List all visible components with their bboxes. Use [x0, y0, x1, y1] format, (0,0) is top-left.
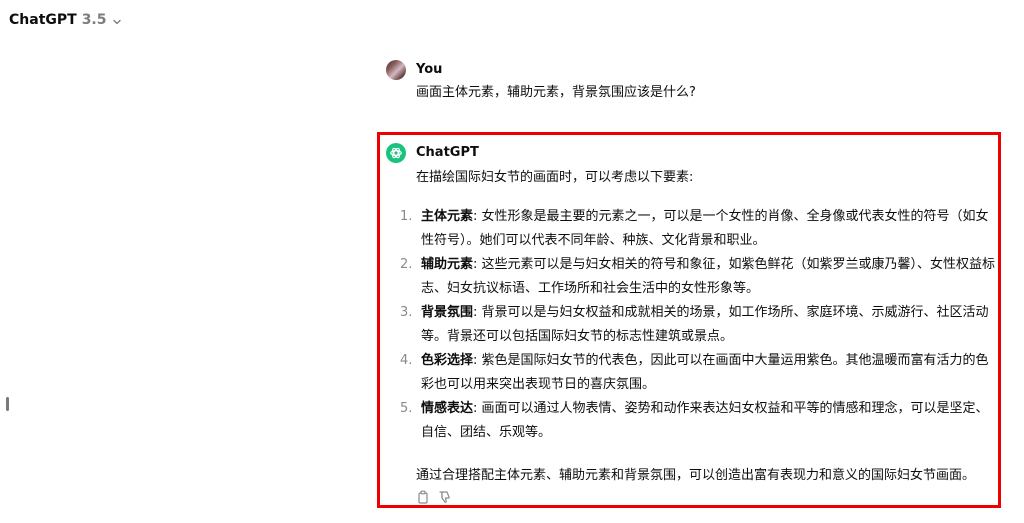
- list-item: 2. 辅助元素: 这些元素可以是与妇女相关的符号和象征，如紫色鲜花（如紫罗兰或康…: [400, 253, 998, 301]
- list-body: 情感表达: 画面可以通过人物表情、姿势和动作来表达妇女权益和平等的情感和理念，可…: [421, 397, 998, 445]
- sidebar-toggle-handle[interactable]: [6, 397, 9, 411]
- user-avatar: [386, 60, 406, 80]
- assistant-name: ChatGPT: [416, 145, 479, 160]
- list-body: 主体元素: 女性形象是最主要的元素之一，可以是一个女性的肖像、全身像或代表女性的…: [421, 205, 998, 253]
- user-name: You: [416, 62, 443, 77]
- list-text: : 紫色是国际妇女节的代表色，因此可以在画面中大量运用紫色。其他温暖而富有活力的…: [421, 353, 989, 392]
- list-text: : 背景可以是与妇女权益和成就相关的场景，如工作场所、家庭环境、示威游行、社区活…: [421, 305, 989, 344]
- list-text: : 女性形象是最主要的元素之一，可以是一个女性的肖像、全身像或代表女性的符号（如…: [421, 209, 989, 248]
- list-title: 辅助元素: [421, 257, 474, 272]
- list-item: 3. 背景氛围: 背景可以是与妇女权益和成就相关的场景，如工作场所、家庭环境、示…: [400, 301, 998, 349]
- list-body: 色彩选择: 紫色是国际妇女节的代表色，因此可以在画面中大量运用紫色。其他温暖而富…: [421, 349, 998, 397]
- user-message: 画面主体元素，辅助元素，背景氛围应该是什么?: [416, 85, 696, 100]
- model-switcher[interactable]: ChatGPT 3.5: [9, 12, 122, 28]
- list-body: 背景氛围: 背景可以是与妇女权益和成就相关的场景，如工作场所、家庭环境、示威游行…: [421, 301, 998, 349]
- list-number: 5.: [400, 401, 413, 416]
- list-item: 4. 色彩选择: 紫色是国际妇女节的代表色，因此可以在画面中大量运用紫色。其他温…: [400, 349, 998, 397]
- list-item: 1. 主体元素: 女性形象是最主要的元素之一，可以是一个女性的肖像、全身像或代表…: [400, 205, 998, 253]
- list-title: 主体元素: [421, 209, 474, 224]
- list-item: 5. 情感表达: 画面可以通过人物表情、姿势和动作来表达妇女权益和平等的情感和理…: [400, 397, 998, 445]
- model-name: ChatGPT: [9, 12, 77, 28]
- message-actions: [416, 489, 452, 504]
- list-title: 色彩选择: [421, 353, 474, 368]
- chatgpt-logo-icon: [386, 143, 406, 163]
- list-title: 背景氛围: [421, 305, 474, 320]
- list-text: : 这些元素可以是与妇女相关的符号和象征，如紫色鲜花（如紫罗兰或康乃馨）、女性权…: [421, 257, 996, 296]
- list-title: 情感表达: [421, 401, 474, 416]
- list-number: 3.: [400, 305, 413, 320]
- list-number: 2.: [400, 257, 413, 272]
- chevron-down-icon: [112, 15, 122, 25]
- assistant-intro: 在描绘国际妇女节的画面时，可以考虑以下要素:: [416, 170, 694, 185]
- model-version: 3.5: [81, 12, 107, 28]
- list-number: 1.: [400, 209, 413, 224]
- thumbs-down-icon[interactable]: [438, 489, 452, 503]
- chat-page: ChatGPT 3.5 You 画面主体元素，辅助元素，背景氛围应该是什么? C…: [0, 0, 1024, 523]
- list-number: 4.: [400, 353, 413, 368]
- answer-list: 1. 主体元素: 女性形象是最主要的元素之一，可以是一个女性的肖像、全身像或代表…: [400, 205, 998, 445]
- copy-icon[interactable]: [416, 489, 430, 504]
- list-body: 辅助元素: 这些元素可以是与妇女相关的符号和象征，如紫色鲜花（如紫罗兰或康乃馨）…: [421, 253, 998, 301]
- list-text: : 画面可以通过人物表情、姿势和动作来表达妇女权益和平等的情感和理念，可以是坚定…: [421, 401, 989, 440]
- assistant-summary: 通过合理搭配主体元素、辅助元素和背景氛围，可以创造出富有表现力和意义的国际妇女节…: [416, 468, 976, 483]
